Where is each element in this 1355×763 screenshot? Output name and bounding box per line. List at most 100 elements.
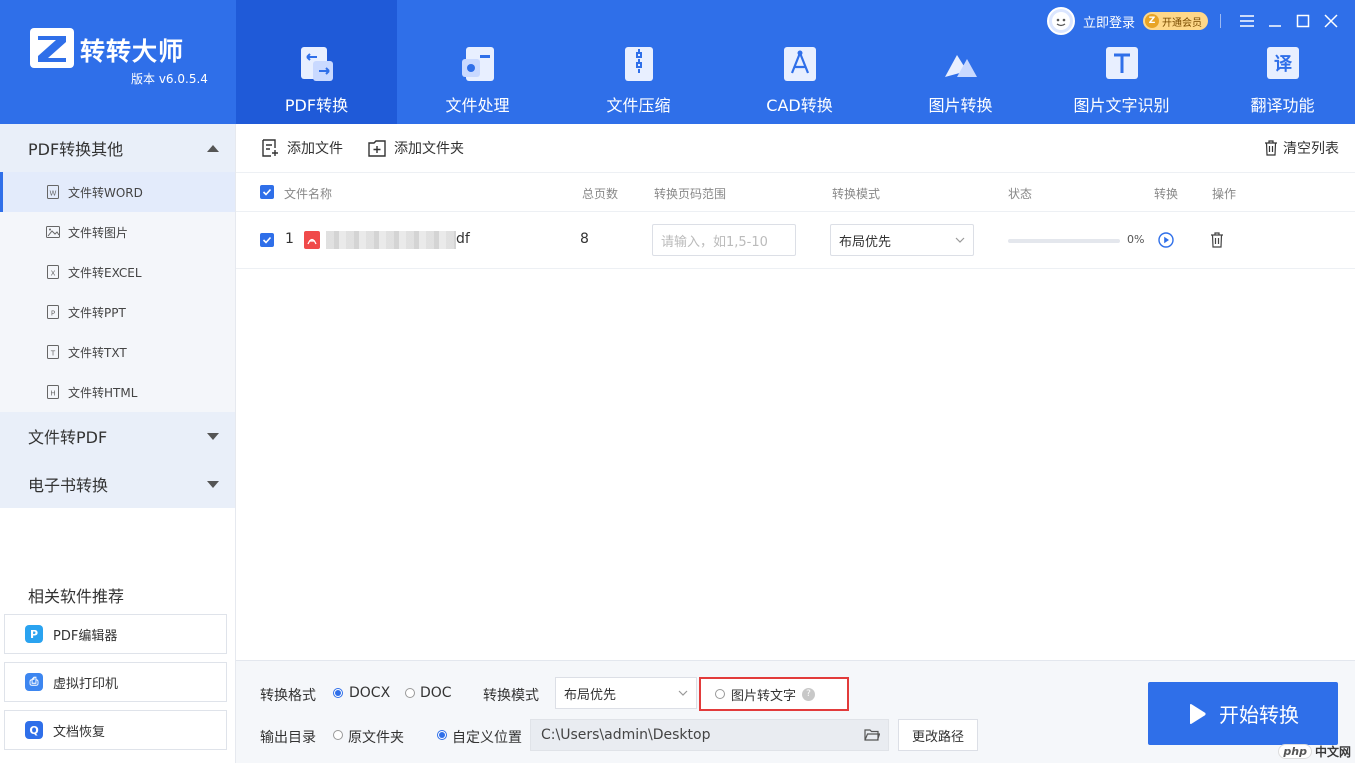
app-logo-icon [30,28,74,68]
vip-button[interactable]: Z 开通会员 [1143,12,1208,30]
clear-list-label: 清空列表 [1283,141,1339,157]
add-file-icon [262,139,278,157]
ocr-icon [1105,47,1138,79]
radio-doc[interactable] [405,688,415,698]
watermark-php: php [1278,744,1312,759]
login-link[interactable]: 立即登录 [1083,12,1135,31]
column-header: 总页数 [582,187,619,201]
printer-icon: ⎙ [25,673,43,691]
image-convert-icon [944,55,977,77]
tab-label: 文件处理 [445,96,510,115]
txt-file-icon: T [47,345,59,359]
vip-z-icon: Z [1145,14,1159,28]
column-header: 状态 [1008,187,1033,201]
output-option-original[interactable]: 原文件夹 [348,727,404,747]
format-option-docx[interactable]: DOCX [349,685,390,701]
tab-image-convert[interactable]: 图片转换 [880,0,1041,124]
svg-text:X: X [51,270,56,278]
top-bar: 立即登录 Z 开通会员 [1046,6,1345,36]
tab-label: 图片文字识别 [1073,96,1170,115]
add-folder-label: 添加文件夹 [394,141,464,157]
clear-list-button[interactable]: 清空列表 [1264,138,1339,158]
caret-up-icon [207,144,219,152]
delete-icon[interactable] [1210,232,1224,248]
start-convert-button[interactable]: 开始转换 [1148,682,1338,745]
sidebar-item-to-image[interactable]: 文件转图片 [0,212,235,252]
format-option-doc[interactable]: DOC [420,685,452,701]
page-range-input[interactable]: 请输入，如1,5-10 [652,224,796,256]
maximize-button[interactable] [1289,7,1317,35]
pdf-convert-icon [300,47,333,81]
help-icon[interactable]: ? [802,687,816,701]
related-label: PDF编辑器 [53,628,118,644]
tab-file-process[interactable]: 文件处理 [397,0,558,124]
minimize-button[interactable] [1261,7,1289,35]
sidebar-group-pdf-other[interactable]: PDF转换其他 [0,124,235,172]
select-all-checkbox[interactable] [260,185,274,199]
related-pdf-editor[interactable]: P PDF编辑器 [4,614,227,654]
sidebar-item-label: 文件转TXT [68,345,127,360]
mode-value: 布局优先 [564,687,617,703]
change-path-button[interactable]: 更改路径 [898,719,978,751]
play-icon [1190,703,1206,724]
sidebar-item-to-txt[interactable]: T 文件转TXT [0,332,235,372]
folder-open-icon[interactable] [864,728,880,742]
sidebar-group-ebook[interactable]: 电子书转换 [0,460,235,508]
radio-docx[interactable] [333,688,343,698]
toolbar: 添加文件 添加文件夹 [236,124,1355,172]
separator [1220,14,1221,28]
user-avatar-icon [1051,12,1070,30]
sidebar-item-to-excel[interactable]: X 文件转EXCEL [0,252,235,292]
mode-select[interactable]: 布局优先 [555,677,697,709]
output-option-custom[interactable]: 自定义位置 [452,727,522,747]
tab-label: CAD转换 [766,96,833,115]
file-name: df [456,231,470,247]
sidebar-item-to-ppt[interactable]: P 文件转PPT [0,292,235,332]
html-file-icon: H [47,385,59,399]
group-label: PDF转换其他 [28,140,124,159]
recovery-icon: Q [25,721,43,739]
menu-button[interactable] [1233,7,1261,35]
sidebar: PDF转换其他 W 文件转WORD 文件转图片 X 文件转EXCEL P 文件转… [0,124,236,763]
site-watermark: php 中文网 [1278,743,1351,760]
tab-file-zip[interactable]: 文件压缩 [558,0,719,124]
sidebar-group-to-pdf[interactable]: 文件转PDF [0,412,235,460]
tab-label: 文件压缩 [606,96,671,115]
related-title: 相关软件推荐 [28,587,125,606]
tab-cad-convert[interactable]: CAD转换 [719,0,880,124]
close-icon [1324,14,1338,28]
play-circle-icon[interactable] [1158,232,1174,248]
sidebar-item-label: 文件转WORD [68,185,143,200]
tab-pdf-convert[interactable]: PDF转换 [236,0,397,124]
sidebar-item-to-html[interactable]: H 文件转HTML [0,372,235,412]
radio-custom-location[interactable] [437,730,447,740]
chevron-down-icon [955,237,965,243]
close-button[interactable] [1317,7,1345,35]
settings-panel: 转换格式 DOCX DOC 转换模式 布局优先 图片转文字 ? 输出目录 原文件… [236,660,1355,763]
row-mode-value: 布局优先 [839,234,892,250]
add-file-button[interactable]: 添加文件 [260,138,343,158]
related-doc-recovery[interactable]: Q 文档恢复 [4,710,227,750]
file-list-panel: 添加文件 添加文件夹 清空列表 文件名称 总页数 转换页码范围 转换模式 状态 … [236,124,1355,660]
sidebar-item-label: 文件转EXCEL [68,265,142,280]
sidebar-item-to-word[interactable]: W 文件转WORD [0,172,235,212]
sidebar-item-label: 文件转图片 [68,225,129,240]
radio-image-to-text[interactable] [715,689,725,699]
output-path-field[interactable]: C:\Users\admin\Desktop [530,719,889,751]
related-virtual-printer[interactable]: ⎙ 虚拟打印机 [4,662,227,702]
caret-down-icon [207,432,219,440]
add-folder-button[interactable]: 添加文件夹 [367,138,464,158]
excel-file-icon: X [47,265,59,279]
avatar[interactable] [1046,7,1075,35]
row-mode-select[interactable]: 布局优先 [830,224,974,256]
radio-original-folder[interactable] [333,730,343,740]
row-checkbox[interactable] [260,233,274,247]
blurred-filename [326,231,456,249]
tab-label: 图片转换 [928,96,993,115]
image-to-text-option[interactable]: 图片转文字 ? [699,677,849,711]
group-label: 电子书转换 [28,476,109,495]
trash-icon [1265,140,1277,156]
mode-label: 转换模式 [483,688,539,704]
tab-label: PDF转换 [284,96,349,115]
svg-text:T: T [50,350,56,358]
